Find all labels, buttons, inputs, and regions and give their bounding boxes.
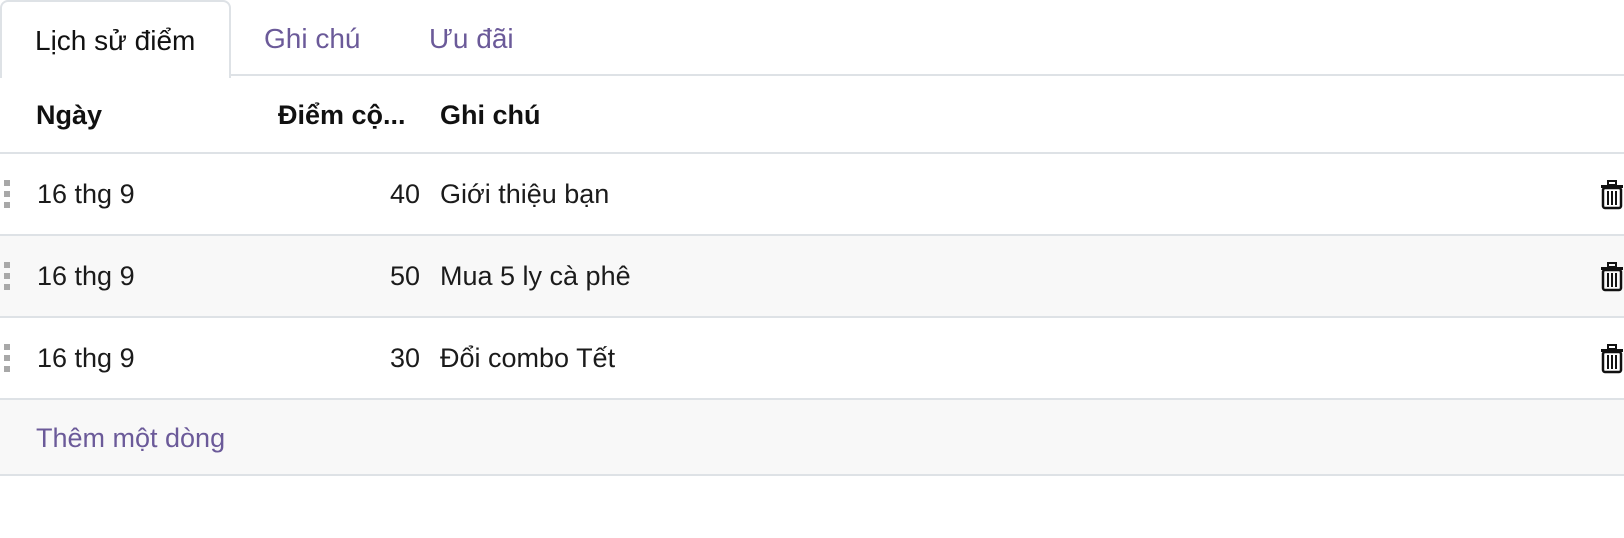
row-date[interactable]: 16 thg 9 — [37, 318, 135, 398]
column-header-note[interactable]: Ghi chú — [440, 76, 541, 154]
drag-handle-icon[interactable] — [4, 180, 10, 208]
row-points[interactable]: 30 — [300, 318, 420, 398]
drag-handle-icon[interactable] — [4, 262, 10, 290]
trash-icon[interactable] — [1600, 180, 1624, 210]
row-note[interactable]: Mua 5 ly cà phê — [440, 236, 631, 316]
points-history-table: Ngày Điểm cộ... Ghi chú 16 thg 9 40 Giới… — [0, 76, 1624, 476]
column-header-points[interactable]: Điểm cộ... — [278, 76, 411, 154]
table-header: Ngày Điểm cộ... Ghi chú — [0, 76, 1624, 154]
row-points[interactable]: 50 — [300, 236, 420, 316]
row-note[interactable]: Giới thiệu bạn — [440, 154, 609, 234]
table-row[interactable]: 16 thg 9 50 Mua 5 ly cà phê — [0, 236, 1624, 318]
row-date[interactable]: 16 thg 9 — [37, 154, 135, 234]
row-note[interactable]: Đổi combo Tết — [440, 318, 615, 398]
drag-handle-icon[interactable] — [4, 344, 10, 372]
tab-bar: Lịch sử điểm Ghi chú Ưu đãi — [0, 0, 1624, 78]
column-header-date[interactable]: Ngày — [36, 76, 102, 154]
tab-points-history[interactable]: Lịch sử điểm — [0, 0, 231, 78]
add-line-row: Thêm một dòng — [0, 400, 1624, 476]
row-date[interactable]: 16 thg 9 — [37, 236, 135, 316]
trash-icon[interactable] — [1600, 262, 1624, 292]
trash-icon[interactable] — [1600, 344, 1624, 374]
tab-notes[interactable]: Ghi chú — [264, 0, 361, 76]
table-row[interactable]: 16 thg 9 40 Giới thiệu bạn — [0, 154, 1624, 236]
add-line-button[interactable]: Thêm một dòng — [36, 400, 225, 476]
tab-offers[interactable]: Ưu đãi — [429, 0, 514, 76]
row-points[interactable]: 40 — [300, 154, 420, 234]
table-row[interactable]: 16 thg 9 30 Đổi combo Tết — [0, 318, 1624, 400]
